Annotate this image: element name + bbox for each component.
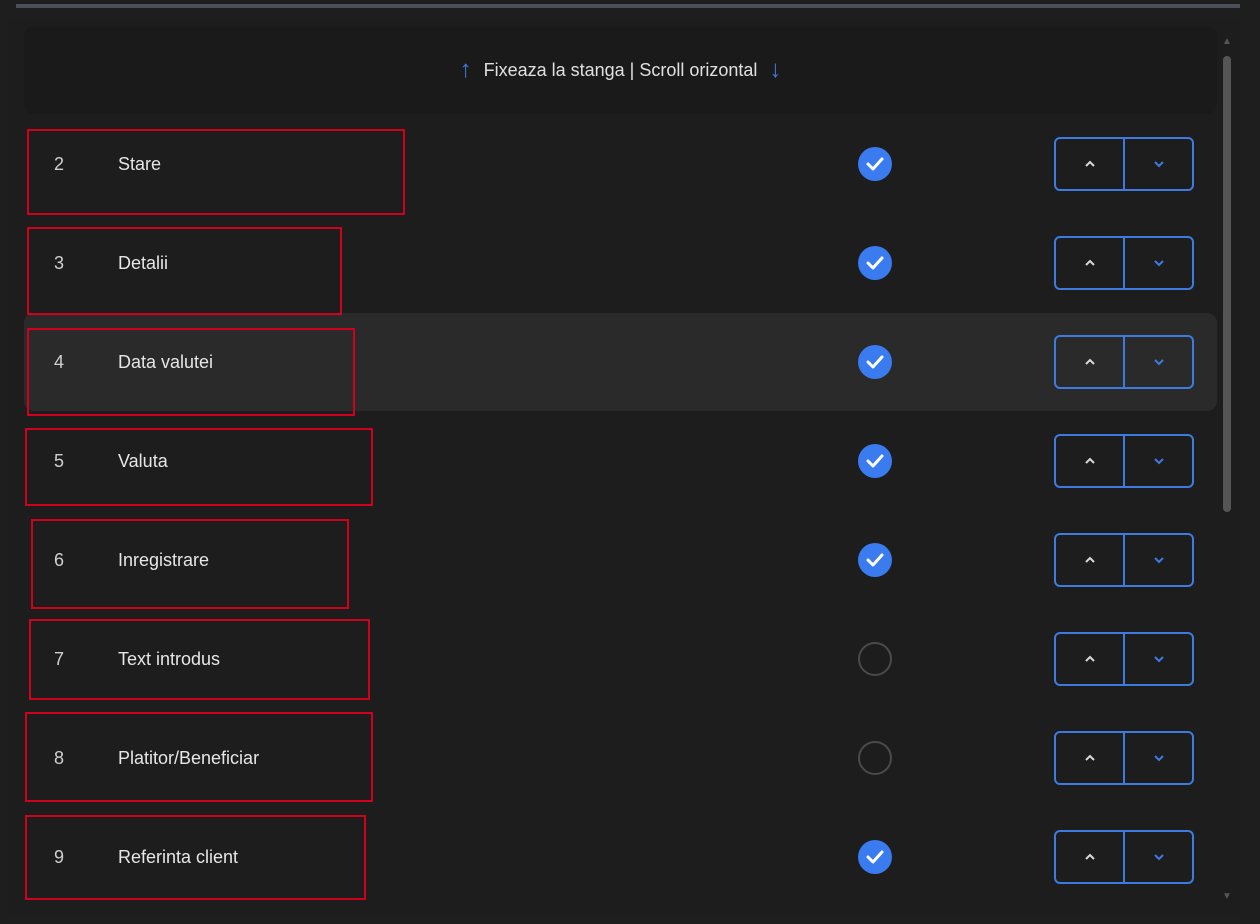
move-up-button[interactable] xyxy=(1056,832,1123,882)
visibility-checkbox[interactable] xyxy=(858,444,892,478)
annotation-box xyxy=(25,712,373,802)
checkmark-icon xyxy=(866,553,884,567)
checkmark-icon xyxy=(866,157,884,171)
visibility-checkbox[interactable] xyxy=(858,543,892,577)
move-up-button[interactable] xyxy=(1056,436,1123,486)
visibility-checkbox[interactable] xyxy=(858,345,892,379)
move-down-button[interactable] xyxy=(1123,634,1192,684)
chevron-down-icon xyxy=(1153,557,1164,564)
annotation-box xyxy=(25,815,366,900)
pin-header: ↑ Fixeaza la stanga | Scroll orizontal ↓ xyxy=(24,26,1217,114)
chevron-down-icon xyxy=(1153,656,1164,663)
move-up-button[interactable] xyxy=(1056,337,1123,387)
arrow-down-icon[interactable]: ↓ xyxy=(769,58,781,82)
annotation-box xyxy=(27,227,342,315)
move-up-button[interactable] xyxy=(1056,535,1123,585)
chevron-up-icon xyxy=(1084,556,1095,563)
scroll-down-icon[interactable]: ▼ xyxy=(1222,891,1232,902)
reorder-buttons xyxy=(1054,434,1194,488)
annotation-box xyxy=(27,129,405,215)
reorder-buttons xyxy=(1054,632,1194,686)
checkmark-icon xyxy=(866,256,884,270)
chevron-down-icon xyxy=(1153,755,1164,762)
reorder-buttons xyxy=(1054,335,1194,389)
chevron-down-icon xyxy=(1153,161,1164,168)
move-down-button[interactable] xyxy=(1123,139,1192,189)
chevron-up-icon xyxy=(1084,754,1095,761)
checkmark-icon xyxy=(866,355,884,369)
move-up-button[interactable] xyxy=(1056,238,1123,288)
visibility-checkbox[interactable] xyxy=(858,741,892,775)
move-down-button[interactable] xyxy=(1123,436,1192,486)
visibility-checkbox[interactable] xyxy=(858,840,892,874)
move-up-button[interactable] xyxy=(1056,634,1123,684)
visibility-checkbox[interactable] xyxy=(858,246,892,280)
chevron-up-icon xyxy=(1084,259,1095,266)
move-up-button[interactable] xyxy=(1056,733,1123,783)
checkmark-icon xyxy=(866,850,884,864)
annotation-box xyxy=(31,519,349,609)
scroll-up-icon[interactable]: ▲ xyxy=(1222,36,1232,47)
vertical-scrollbar[interactable]: ▲ ▼ xyxy=(1220,36,1234,902)
visibility-checkbox[interactable] xyxy=(858,642,892,676)
chevron-up-icon xyxy=(1084,160,1095,167)
move-down-button[interactable] xyxy=(1123,337,1192,387)
panel-top-border xyxy=(16,4,1240,8)
chevron-up-icon xyxy=(1084,853,1095,860)
annotation-box xyxy=(29,619,370,700)
reorder-buttons xyxy=(1054,137,1194,191)
chevron-up-icon xyxy=(1084,457,1095,464)
visibility-checkbox[interactable] xyxy=(858,147,892,181)
move-down-button[interactable] xyxy=(1123,733,1192,783)
chevron-down-icon xyxy=(1153,260,1164,267)
reorder-buttons xyxy=(1054,236,1194,290)
move-down-button[interactable] xyxy=(1123,535,1192,585)
chevron-down-icon xyxy=(1153,458,1164,465)
annotation-box xyxy=(27,328,355,416)
checkmark-icon xyxy=(866,454,884,468)
chevron-down-icon xyxy=(1153,854,1164,861)
pin-header-title: Fixeaza la stanga | Scroll orizontal xyxy=(483,59,758,80)
arrow-up-icon[interactable]: ↑ xyxy=(460,58,472,82)
annotation-box xyxy=(25,428,373,506)
reorder-buttons xyxy=(1054,533,1194,587)
move-up-button[interactable] xyxy=(1056,139,1123,189)
move-down-button[interactable] xyxy=(1123,238,1192,288)
chevron-down-icon xyxy=(1153,359,1164,366)
move-down-button[interactable] xyxy=(1123,832,1192,882)
reorder-buttons xyxy=(1054,830,1194,884)
scrollbar-thumb[interactable] xyxy=(1223,56,1231,512)
chevron-up-icon xyxy=(1084,358,1095,365)
reorder-buttons xyxy=(1054,731,1194,785)
chevron-up-icon xyxy=(1084,655,1095,662)
